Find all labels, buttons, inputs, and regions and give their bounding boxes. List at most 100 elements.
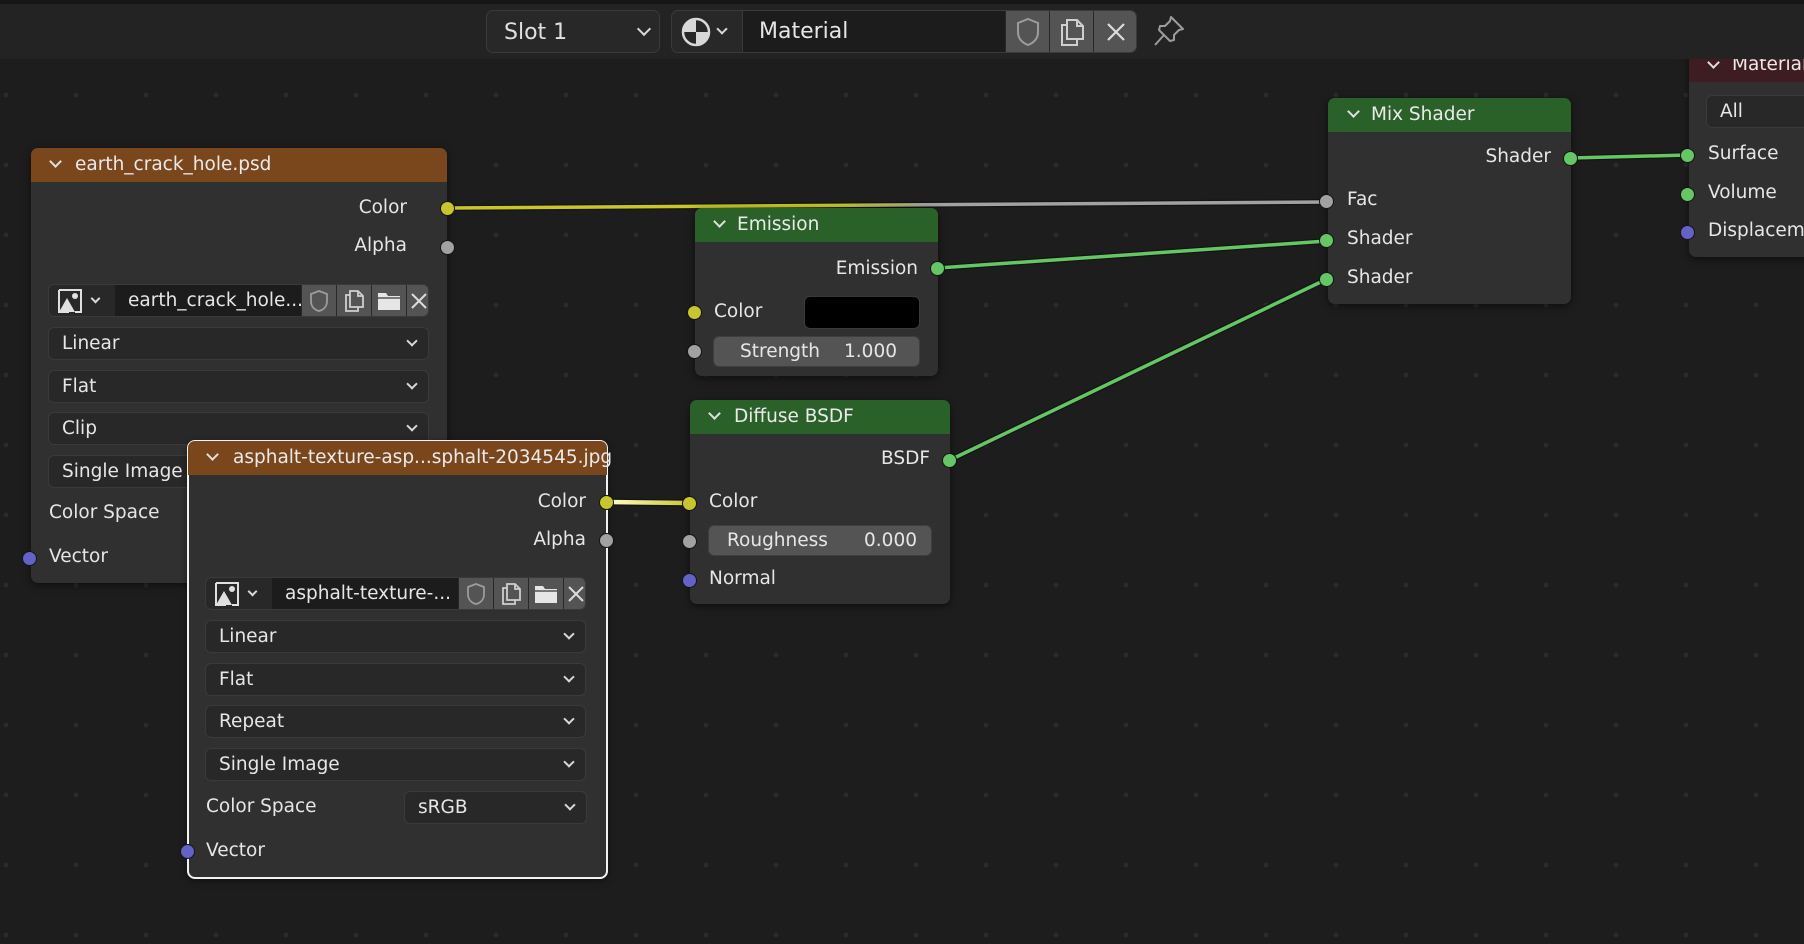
close-icon — [568, 585, 584, 602]
socket-asphalt-alpha-out[interactable] — [599, 533, 614, 548]
socket-mix-shader1-in[interactable] — [1319, 233, 1334, 248]
open-image-button[interactable] — [372, 285, 406, 316]
image-browse-button[interactable] — [49, 285, 114, 316]
chevron-down-icon — [406, 335, 418, 347]
unlink-material-button[interactable] — [1094, 11, 1136, 52]
node-header[interactable]: asphalt-texture-asp...sphalt-2034545.jpg — [188, 441, 612, 475]
collapse-chevron-icon[interactable] — [206, 448, 219, 461]
collapse-chevron-icon[interactable] — [1347, 105, 1360, 118]
socket-mix-fac-in[interactable] — [1319, 194, 1334, 209]
extension-dropdown[interactable]: Repeat — [205, 705, 586, 738]
extension-value: Repeat — [219, 711, 285, 732]
socket-emission-strength-in[interactable] — [687, 344, 702, 359]
socket-diffuse-roughness-in[interactable] — [682, 534, 697, 549]
emission-node[interactable]: Emission Emission Color Strength 1.000 — [695, 208, 938, 376]
unlink-image-button[interactable] — [564, 578, 585, 609]
collapse-chevron-icon[interactable] — [49, 155, 62, 168]
image-name: earth_crack_hole... — [128, 290, 304, 311]
material-sphere-icon — [681, 17, 711, 47]
socket-output-surface-in[interactable] — [1680, 148, 1695, 163]
fake-user-button[interactable] — [459, 578, 493, 609]
duplicate-image-button[interactable] — [494, 578, 528, 609]
color-space-label: Color Space — [206, 796, 317, 817]
interpolation-dropdown[interactable]: Linear — [205, 620, 586, 653]
node-header[interactable]: Mix Shader — [1328, 98, 1571, 132]
socket-output-volume-in[interactable] — [1680, 187, 1695, 202]
duplicate-image-button[interactable] — [337, 285, 371, 316]
socket-earth-color-out[interactable] — [440, 201, 455, 216]
duplicate-icon — [1060, 18, 1084, 46]
open-image-button[interactable] — [529, 578, 563, 609]
interpolation-dropdown[interactable]: Linear — [48, 327, 429, 360]
socket-output-displacement-in[interactable] — [1680, 225, 1695, 240]
image-texture-node-asphalt[interactable]: asphalt-texture-asp...sphalt-2034545.jpg… — [187, 440, 612, 879]
diffuse-bsdf-node[interactable]: Diffuse BSDF BSDF Color Roughness 0.000 … — [690, 400, 950, 604]
duplicate-material-button[interactable] — [1050, 11, 1093, 52]
duplicate-icon — [345, 289, 364, 312]
image-name-field[interactable]: earth_crack_hole... — [115, 285, 304, 316]
shield-icon — [467, 582, 485, 605]
source-value: Single Image — [62, 461, 183, 482]
socket-earth-alpha-out[interactable] — [440, 240, 455, 255]
projection-value: Flat — [62, 376, 97, 397]
projection-dropdown[interactable]: Flat — [48, 370, 429, 403]
image-datablock-selector[interactable]: asphalt-texture-... — [205, 577, 586, 610]
material-name-field[interactable]: Material — [742, 11, 1005, 52]
node-header[interactable]: Emission — [695, 208, 938, 242]
source-dropdown[interactable]: Single Image — [205, 748, 586, 781]
socket-mix-shader-out[interactable] — [1563, 151, 1578, 166]
image-browse-button[interactable] — [206, 578, 271, 609]
material-output-node[interactable]: Material All Surface Volume Displacem — [1689, 48, 1804, 257]
roughness-field[interactable]: Roughness 0.000 — [708, 525, 932, 556]
interpolation-value: Linear — [219, 626, 277, 647]
projection-dropdown[interactable]: Flat — [205, 663, 586, 696]
image-icon — [58, 289, 82, 313]
chevron-down-icon — [563, 713, 575, 725]
strength-field[interactable]: Strength 1.000 — [713, 336, 920, 367]
collapse-chevron-icon[interactable] — [708, 407, 721, 420]
input-shader2-label: Shader — [1347, 267, 1413, 288]
image-name-field[interactable]: asphalt-texture-... — [272, 578, 458, 609]
input-vector-label: Vector — [206, 840, 265, 861]
target-dropdown[interactable]: All — [1706, 95, 1804, 128]
input-normal-label: Normal — [709, 568, 776, 589]
input-volume-label: Volume — [1708, 182, 1777, 203]
target-value: All — [1720, 101, 1743, 122]
close-icon — [1106, 22, 1125, 41]
output-shader-label: Shader — [1485, 146, 1551, 167]
slot-dropdown[interactable]: Slot 1 — [486, 10, 660, 53]
socket-asphalt-vector-in[interactable] — [180, 844, 195, 859]
socket-asphalt-color-out[interactable] — [599, 495, 614, 510]
image-name: asphalt-texture-... — [285, 583, 451, 604]
socket-diffuse-color-in[interactable] — [682, 496, 697, 511]
socket-earth-vector-in[interactable] — [22, 551, 37, 566]
color-swatch[interactable] — [804, 296, 920, 329]
input-color-label: Color — [714, 301, 763, 322]
mix-shader-node[interactable]: Mix Shader Shader Fac Shader Shader — [1328, 98, 1571, 304]
strength-value: 1.000 — [844, 341, 897, 362]
node-title: Mix Shader — [1371, 104, 1475, 125]
unlink-image-button[interactable] — [407, 285, 428, 316]
socket-bsdf-out[interactable] — [942, 453, 957, 468]
pin-icon[interactable] — [1152, 14, 1186, 48]
fake-user-button[interactable] — [1006, 11, 1049, 52]
material-selector[interactable]: Material — [671, 10, 1137, 53]
color-space-label: Color Space — [49, 502, 160, 523]
fake-user-button[interactable] — [302, 285, 336, 316]
shield-icon — [1016, 17, 1039, 46]
output-bsdf-label: BSDF — [881, 448, 930, 469]
duplicate-icon — [502, 582, 521, 605]
output-alpha-label: Alpha — [533, 529, 586, 550]
socket-mix-shader2-in[interactable] — [1319, 272, 1334, 287]
shield-icon — [310, 289, 328, 312]
socket-emission-color-in[interactable] — [687, 305, 702, 320]
chevron-down-icon — [563, 756, 575, 768]
node-header[interactable]: Diffuse BSDF — [690, 400, 950, 434]
socket-emission-out[interactable] — [930, 261, 945, 276]
color-space-dropdown[interactable]: sRGB — [404, 791, 587, 824]
collapse-chevron-icon[interactable] — [713, 215, 726, 228]
material-browse-button[interactable] — [672, 11, 741, 52]
node-header[interactable]: earth_crack_hole.psd — [31, 148, 447, 182]
socket-diffuse-normal-in[interactable] — [682, 573, 697, 588]
image-datablock-selector[interactable]: earth_crack_hole... — [48, 284, 429, 317]
